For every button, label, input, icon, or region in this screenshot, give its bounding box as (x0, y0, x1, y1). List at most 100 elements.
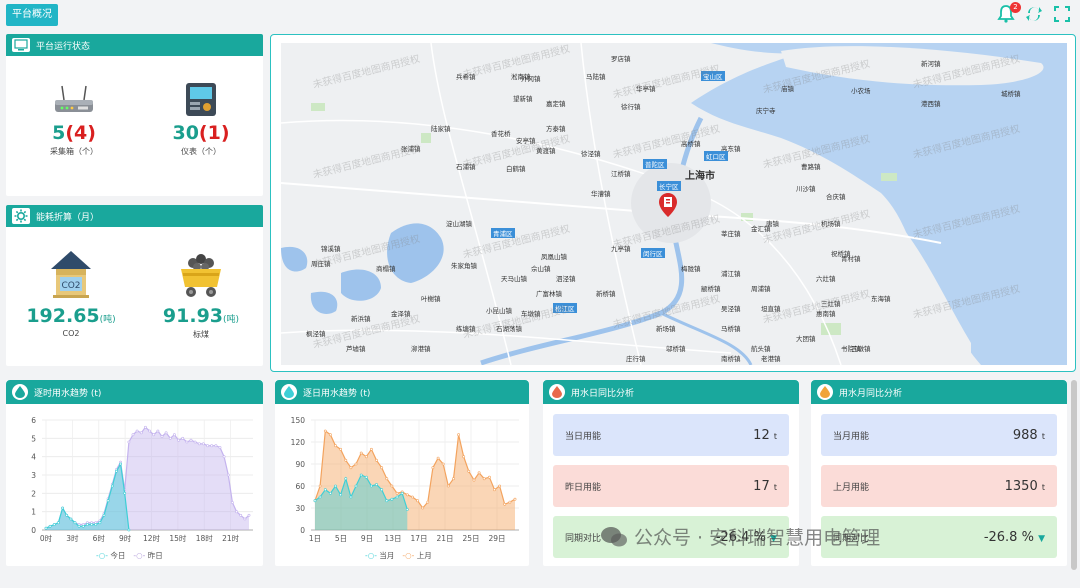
meter-stat: 30(1) 仪表（个） (151, 82, 251, 157)
map-canvas[interactable]: 罗店镇 淞南镇 马陆镇 华亭镇 徐行镇 嘉定镇 外冈镇 望新镇 兵希镇 方泰镇 安亭镇 黄渡镇 白鹤镇石… (281, 43, 1067, 365)
day-yoy-label: 同期对比 (565, 533, 602, 544)
series-point (380, 466, 384, 470)
series-point (349, 466, 353, 470)
legend-last-month[interactable]: -○- 上月 (402, 550, 431, 561)
series-point (482, 477, 486, 481)
series-point (73, 521, 77, 525)
series-point (472, 478, 476, 482)
legend-today[interactable]: -○- 今日 (96, 550, 125, 561)
water-drop-icon (281, 384, 297, 400)
map-place-label: 合庆镇 (826, 193, 846, 201)
x-tick-label: 25日 (462, 534, 479, 543)
map-place-label: 凤凰山镇 (541, 253, 567, 261)
series-point (160, 435, 164, 438)
series-point (172, 433, 176, 437)
page-scrollbar[interactable] (1071, 380, 1077, 570)
series-point (94, 523, 98, 526)
series-point (247, 513, 251, 517)
map-place-label: 芦墟镇 (346, 345, 366, 353)
series-point (185, 440, 189, 444)
series-point (318, 484, 322, 488)
series-point (90, 523, 94, 526)
series-point (426, 500, 430, 504)
run-status-title: 平台运行状态 (36, 41, 91, 52)
series-point (344, 477, 348, 481)
series-point (395, 491, 399, 495)
amber-drop-icon (817, 384, 833, 400)
map-place-label: 邬桥镇 (666, 345, 686, 353)
series-point (230, 501, 234, 504)
map-place-label: 航头镇 (751, 345, 771, 353)
x-tick-label: 17日 (410, 534, 427, 543)
water-drop-icon (12, 384, 28, 400)
map-place-label: 曹路镇 (801, 163, 821, 171)
map-place-label: 庆宁寺 (756, 107, 776, 115)
map-district-label[interactable]: 长宁区 (657, 181, 681, 191)
series-point (69, 517, 73, 521)
map-district-label[interactable]: 普陀区 (643, 159, 667, 169)
hourly-title: 逐时用水趋势 (t) (34, 388, 102, 399)
x-tick-label: 9日 (361, 534, 373, 543)
series-point (143, 425, 147, 429)
bell-icon[interactable]: 2 (996, 2, 1021, 24)
bell-badge: 2 (1010, 2, 1021, 13)
series-point (380, 488, 384, 492)
x-tick-label: 6时 (93, 533, 106, 543)
legend-this-month[interactable]: -○- 当月 (365, 550, 394, 561)
map-place-label: 华漕镇 (591, 190, 611, 198)
x-tick-label: 15时 (169, 533, 187, 543)
series-point (441, 462, 445, 466)
collector-alert-count: (4) (65, 122, 96, 144)
co2-house-icon: CO2 (51, 251, 91, 298)
co2-label: CO2 (62, 329, 80, 338)
map-district-label[interactable]: 闵行区 (641, 248, 665, 258)
series-point (334, 484, 337, 488)
this-month-value: 988 (1012, 427, 1038, 443)
legend-yesterday[interactable]: -○- 昨日 (133, 550, 162, 561)
run-status-header: 平台运行状态 (6, 34, 263, 56)
series-point (131, 433, 135, 437)
series-point (197, 442, 201, 446)
location-pin-icon[interactable] (659, 193, 677, 217)
map-place-label: 江桥镇 (611, 170, 631, 178)
month-compare-header: 用水月同比分析 (811, 380, 1067, 404)
coal-stat: 91.93(吨) 标煤 (146, 249, 256, 340)
series-point (513, 497, 517, 501)
series-point (177, 438, 181, 442)
today-label: 当日用能 (565, 431, 602, 442)
map-place-label: 新场镇 (656, 325, 676, 333)
refresh-icon[interactable] (1024, 4, 1044, 24)
series-point (354, 462, 358, 466)
fullscreen-icon[interactable] (1052, 4, 1072, 24)
day-compare-header: 用水日同比分析 (543, 380, 799, 404)
series-point (359, 451, 363, 455)
series-point (81, 524, 85, 528)
map-place-label: 嘉定镇 (546, 100, 566, 108)
series-point (390, 484, 394, 488)
last-month-unit: t (1041, 482, 1045, 492)
map-district-label[interactable]: 虹口区 (704, 151, 728, 161)
series-point (218, 446, 222, 449)
series-point (313, 499, 317, 503)
map-place-label: 朱家角镇 (451, 262, 477, 270)
map-place-label: 佘山镇 (531, 265, 551, 273)
yesterday-unit: t (773, 482, 777, 492)
series-point (416, 499, 420, 503)
run-status-panel: 平台运行状态 5(4) 采集箱（个） 30(1) 仪表（个） (6, 34, 263, 196)
series-point (77, 524, 81, 528)
y-tick-label: 6 (31, 416, 36, 425)
series-point (156, 429, 160, 433)
y-tick-label: 1 (31, 508, 36, 517)
series-point (421, 506, 425, 510)
series-point (405, 508, 409, 511)
series-point (206, 444, 210, 448)
series-area (46, 464, 129, 530)
series-point (334, 444, 337, 448)
series-point (222, 455, 226, 459)
today-usage-card: 当日用能 12 t (553, 414, 789, 456)
series-point (446, 484, 450, 488)
tab-platform-overview[interactable]: 平台概况 (6, 4, 58, 26)
map-place-label: 川沙镇 (796, 185, 816, 193)
map-place-label: 大团镇 (796, 335, 816, 343)
series-point (168, 436, 172, 440)
